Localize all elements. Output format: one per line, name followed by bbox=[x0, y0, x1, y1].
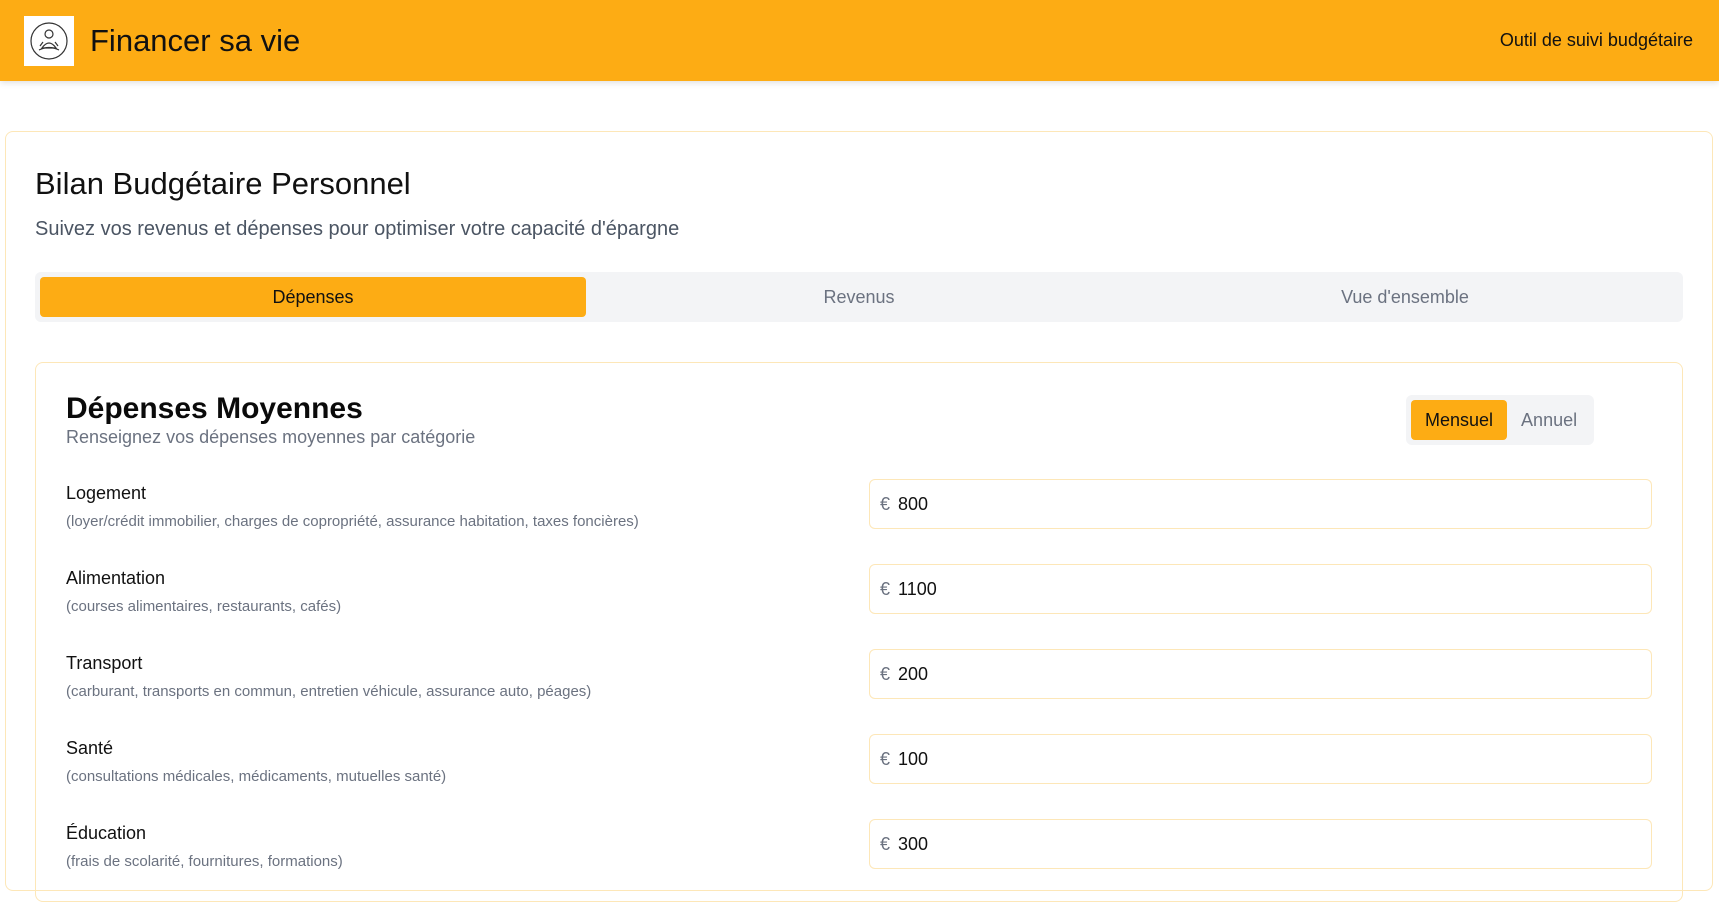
euro-icon: € bbox=[880, 833, 891, 854]
euro-icon: € bbox=[880, 578, 891, 599]
app-logo[interactable] bbox=[24, 15, 74, 66]
euro-icon: € bbox=[880, 748, 891, 769]
euro-icon: € bbox=[880, 663, 891, 684]
expenses-panel: Dépenses Moyennes Renseignez vos dépense… bbox=[35, 362, 1683, 902]
expense-description: (frais de scolarité, fournitures, format… bbox=[66, 853, 343, 870]
logement-input[interactable] bbox=[898, 493, 1599, 515]
sante-input[interactable] bbox=[898, 748, 1599, 770]
expense-row-logement: Logement (loyer/crédit immobilier, charg… bbox=[66, 479, 1656, 553]
tab-revenus[interactable]: Revenus bbox=[586, 277, 1132, 317]
expense-row-education: Éducation (frais de scolarité, fournitur… bbox=[66, 819, 1656, 893]
expense-row-sante: Santé (consultations médicales, médicame… bbox=[66, 734, 1656, 808]
page-subtitle: Suivez vos revenus et dépenses pour opti… bbox=[35, 218, 680, 240]
budget-card: Bilan Budgétaire Personnel Suivez vos re… bbox=[5, 131, 1713, 902]
expense-row-alimentation: Alimentation (courses alimentaires, rest… bbox=[66, 564, 1656, 638]
expense-description: (consultations médicales, médicaments, m… bbox=[66, 768, 447, 785]
expense-description: (courses alimentaires, restaurants, café… bbox=[66, 598, 342, 615]
amount-field[interactable]: € bbox=[869, 649, 1652, 699]
amount-field[interactable]: € bbox=[869, 479, 1652, 529]
app-title: Financer sa vie bbox=[90, 22, 301, 58]
tab-depenses[interactable]: Dépenses bbox=[40, 277, 586, 317]
period-annual-button[interactable]: Annuel bbox=[1507, 400, 1591, 440]
period-monthly-button[interactable]: Mensuel bbox=[1411, 400, 1508, 440]
euro-icon: € bbox=[880, 493, 891, 514]
page-title: Bilan Budgétaire Personnel bbox=[35, 166, 411, 201]
top-header: Financer sa vie Outil de suivi budgétair… bbox=[0, 0, 1719, 81]
alimentation-input[interactable] bbox=[898, 578, 1599, 600]
tab-bar: Dépenses Revenus Vue d'ensemble bbox=[35, 272, 1683, 322]
expense-label: Logement bbox=[66, 483, 147, 503]
amount-field[interactable]: € bbox=[869, 564, 1652, 614]
expense-row-transport: Transport (carburant, transports en comm… bbox=[66, 649, 1656, 723]
tab-vue-ensemble[interactable]: Vue d'ensemble bbox=[1132, 277, 1678, 317]
expense-label: Santé bbox=[66, 738, 114, 758]
expense-label: Transport bbox=[66, 653, 143, 673]
meditating-figure-icon bbox=[30, 21, 68, 60]
amount-field[interactable]: € bbox=[869, 819, 1652, 869]
expense-description: (carburant, transports en commun, entret… bbox=[66, 683, 592, 700]
expense-label: Éducation bbox=[66, 823, 147, 843]
section-subtitle: Renseignez vos dépenses moyennes par cat… bbox=[66, 427, 476, 447]
amount-field[interactable]: € bbox=[869, 734, 1652, 784]
header-tagline: Outil de suivi budgétaire bbox=[1499, 30, 1693, 50]
period-toggle: Mensuel Annuel bbox=[1406, 395, 1594, 445]
expense-label: Alimentation bbox=[66, 568, 166, 588]
transport-input[interactable] bbox=[898, 663, 1599, 685]
education-input[interactable] bbox=[898, 833, 1599, 855]
expense-description: (loyer/crédit immobilier, charges de cop… bbox=[66, 513, 639, 530]
section-title: Dépenses Moyennes bbox=[66, 392, 363, 425]
